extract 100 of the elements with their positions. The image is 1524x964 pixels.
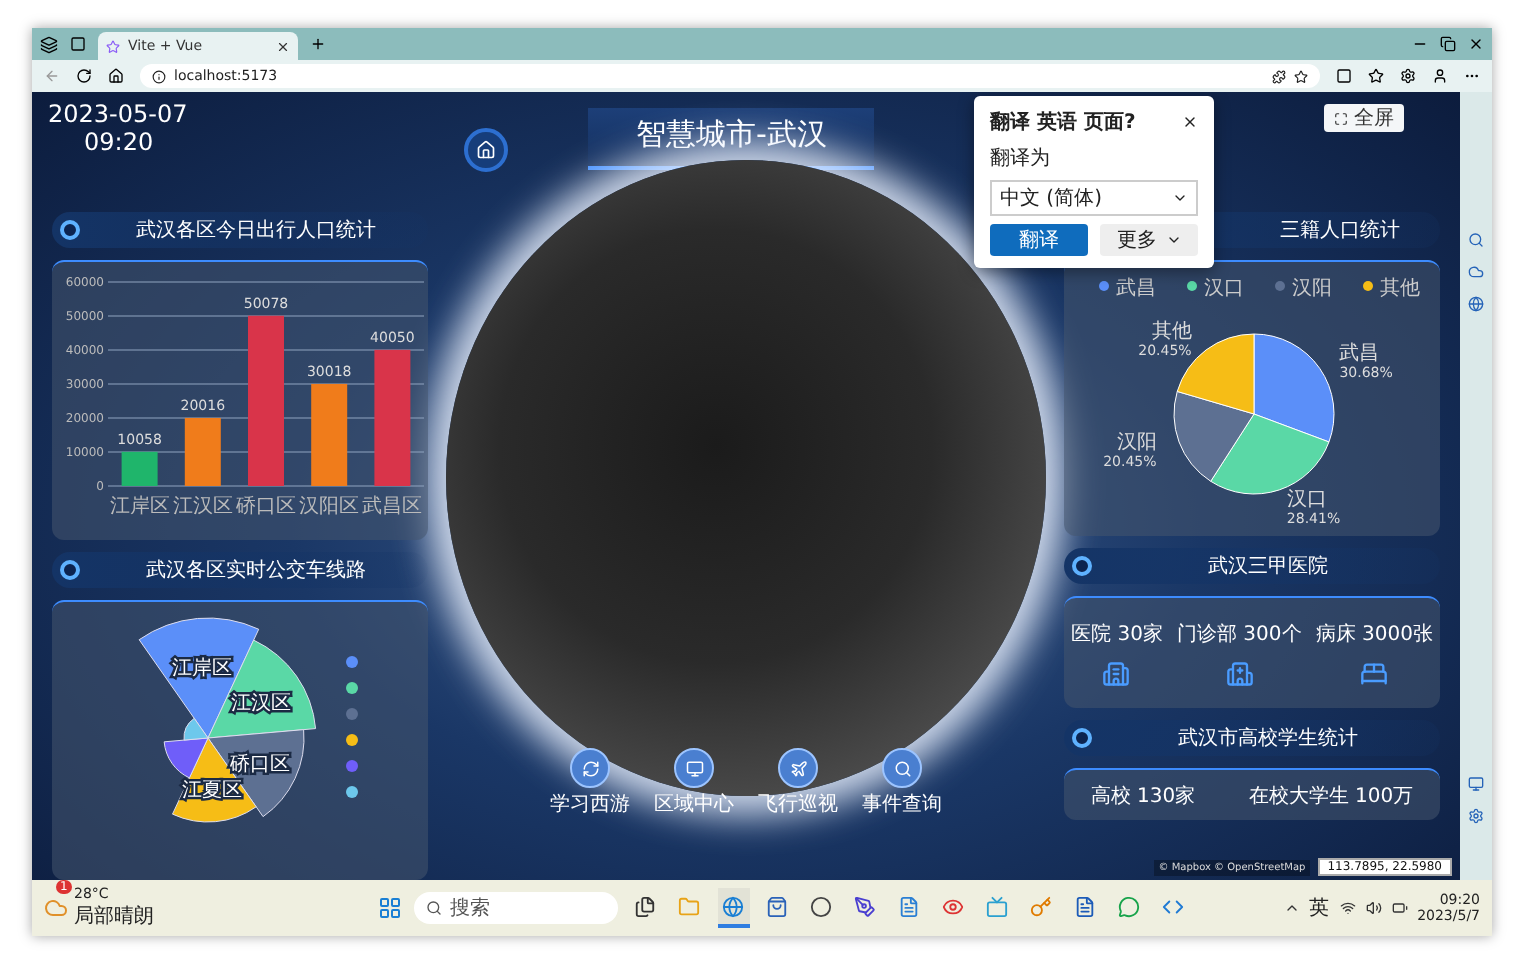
date-text: 2023-05-07 bbox=[48, 100, 188, 128]
clinic-icon bbox=[1225, 659, 1254, 687]
monitor-icon bbox=[1468, 776, 1484, 792]
pen-icon bbox=[854, 895, 877, 917]
document-icon bbox=[898, 895, 921, 917]
chat-icon bbox=[1118, 895, 1141, 917]
translate-button[interactable]: 翻译 bbox=[990, 224, 1088, 256]
ring-icon bbox=[1072, 728, 1092, 748]
circle-icon bbox=[810, 895, 833, 917]
home-icon bbox=[476, 140, 496, 160]
legend-dot bbox=[1363, 281, 1373, 291]
legend-dot bbox=[1187, 281, 1197, 291]
cloud-icon bbox=[1468, 264, 1484, 280]
eye-icon bbox=[942, 895, 965, 917]
home-button[interactable] bbox=[464, 128, 508, 172]
bar bbox=[184, 417, 221, 486]
wifi-icon bbox=[1339, 900, 1356, 916]
more-button[interactable]: 更多 bbox=[1100, 224, 1198, 256]
start-icon bbox=[377, 896, 402, 920]
profile-icon bbox=[1432, 68, 1448, 84]
ring-icon bbox=[60, 560, 80, 580]
new-tab-icon bbox=[310, 36, 326, 52]
axis-category-label: 汉阳区 bbox=[299, 496, 360, 518]
panel-title: 武汉市高校学生统计 bbox=[1176, 725, 1360, 752]
map-tool-button[interactable]: 学习西游 bbox=[550, 748, 630, 818]
legend-label: 其他 bbox=[1380, 278, 1420, 300]
search-icon bbox=[425, 900, 442, 916]
refresh-icon bbox=[76, 68, 92, 84]
bar bbox=[374, 349, 411, 486]
fullscreen-button[interactable]: 全屏 bbox=[1324, 104, 1404, 132]
panel-title: 三籍人口统计 bbox=[1280, 217, 1402, 244]
panel-title: 武汉各区实时公交车线路 bbox=[144, 557, 368, 584]
stat-text: 病床 3000张 bbox=[1315, 621, 1433, 647]
sector-label: 江夏区 bbox=[182, 780, 243, 803]
chevron-down-icon bbox=[1165, 232, 1181, 248]
sector-label: 江岸区 bbox=[171, 658, 232, 681]
weather-text: 局部晴朗 bbox=[74, 903, 154, 930]
sector-label: 硚口区 bbox=[230, 754, 291, 777]
plane-icon bbox=[789, 759, 807, 777]
ring-icon bbox=[60, 220, 80, 240]
monitor-icon bbox=[685, 759, 703, 777]
restore-icon bbox=[1440, 36, 1456, 52]
legend-label: 汉阳 bbox=[1292, 278, 1332, 300]
chevron-icon bbox=[1283, 900, 1300, 916]
fullscreen-icon bbox=[1334, 111, 1348, 125]
tv-icon bbox=[986, 895, 1009, 917]
info-icon bbox=[152, 69, 166, 83]
battery-icon bbox=[1391, 900, 1408, 916]
favorite-icon bbox=[1294, 69, 1308, 83]
stat-text: 在校大学生 100万 bbox=[1248, 783, 1414, 809]
refresh-icon bbox=[581, 759, 599, 777]
code-icon bbox=[1162, 895, 1185, 917]
bag-icon bbox=[766, 895, 789, 917]
back-icon bbox=[44, 68, 60, 84]
panel-title: 武汉各区今日出行人口统计 bbox=[134, 217, 378, 244]
slice-label: 武昌 bbox=[1339, 343, 1380, 366]
popup-title: 翻译 英语 页面? bbox=[990, 109, 1136, 136]
building-icon bbox=[1102, 659, 1131, 687]
axis-category-label: 江汉区 bbox=[172, 496, 233, 518]
legend-dot bbox=[1099, 281, 1109, 291]
files-icon bbox=[634, 895, 657, 917]
legend-label: 武昌 bbox=[1116, 278, 1156, 300]
stat-text: 高校 130家 bbox=[1090, 783, 1196, 809]
language-select[interactable]: 中文 (简体) bbox=[990, 180, 1198, 216]
bar bbox=[311, 383, 348, 486]
dashboard-title: 智慧城市-武汉 bbox=[588, 107, 875, 169]
volume-icon bbox=[1365, 900, 1382, 916]
search-field[interactable]: 搜索 bbox=[413, 892, 618, 924]
slice-label: 汉阳 bbox=[1116, 431, 1157, 454]
legend-label: 汉口 bbox=[1204, 278, 1244, 300]
logo-icon bbox=[106, 39, 120, 53]
search-icon bbox=[893, 759, 911, 777]
slice-label: 其他 bbox=[1151, 321, 1192, 344]
globe-icon bbox=[1468, 296, 1484, 312]
stat-text: 门诊部 300个 bbox=[1177, 621, 1302, 647]
search-icon bbox=[1468, 232, 1484, 248]
sector-label: 江汉区 bbox=[231, 692, 292, 715]
panel-title: 武汉三甲医院 bbox=[1206, 553, 1330, 580]
bar bbox=[121, 451, 158, 486]
key-icon bbox=[1030, 895, 1053, 917]
stat-text: 医院 30家 bbox=[1071, 621, 1163, 647]
map-tool-button[interactable]: 事件查询 bbox=[862, 748, 942, 818]
time-text: 09:20 bbox=[84, 128, 154, 156]
input-method-text[interactable]: 英 bbox=[1309, 894, 1330, 922]
axis-category-label: 硚口区 bbox=[236, 496, 296, 518]
axis-category-label: 江岸区 bbox=[109, 496, 170, 518]
home-icon bbox=[108, 68, 124, 84]
axis-category-label: 武昌区 bbox=[362, 496, 423, 518]
folder-icon bbox=[678, 895, 701, 917]
globe-icon bbox=[722, 895, 745, 917]
field-label: 翻译为 bbox=[990, 145, 1052, 172]
document-icon bbox=[1074, 895, 1097, 917]
settings-icon bbox=[1468, 808, 1484, 824]
bed-icon bbox=[1360, 659, 1389, 687]
close-icon bbox=[276, 39, 290, 53]
close-icon bbox=[1182, 114, 1198, 130]
workspaces-icon bbox=[40, 35, 58, 53]
chevron-down-icon bbox=[1172, 190, 1188, 206]
close-icon bbox=[1468, 36, 1484, 52]
favorites-icon bbox=[1368, 68, 1384, 84]
